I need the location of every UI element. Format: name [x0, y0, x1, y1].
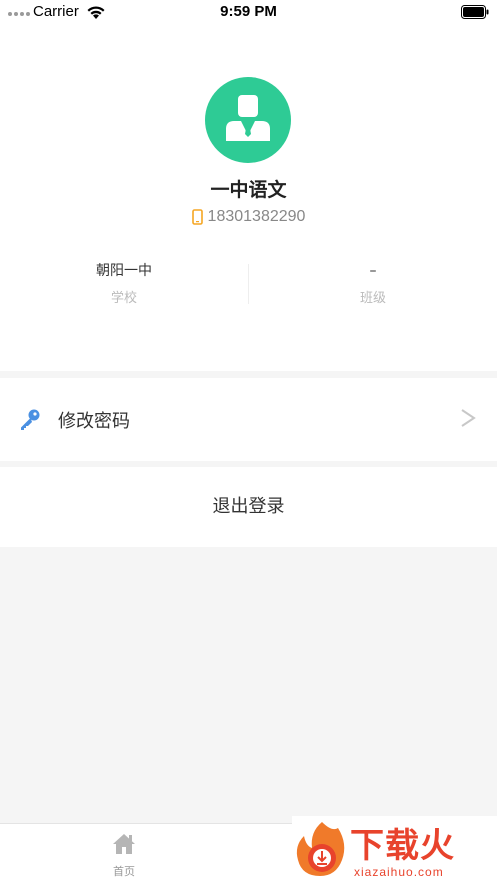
class-label: 班级	[359, 291, 386, 306]
watermark-url: xiazaihuo.com	[354, 865, 444, 879]
home-icon	[113, 834, 135, 854]
change-password-label: 修改密码	[58, 411, 130, 432]
class-info: – 班级	[249, 261, 497, 306]
user-name: 一中语文	[210, 179, 287, 201]
watermark-brand: 下载火	[350, 826, 455, 866]
phone-icon	[191, 209, 203, 225]
logout-button[interactable]: 退出登录	[0, 467, 497, 547]
change-password-row[interactable]: 修改密码	[0, 378, 497, 461]
school-value: 朝阳一中	[96, 263, 152, 279]
tab-home-label: 首页	[113, 865, 135, 878]
status-time: 9:59 PM	[220, 3, 277, 20]
phone-row: 18301382290	[0, 208, 497, 226]
tab-home[interactable]: 首页	[94, 832, 154, 879]
status-bar: Carrier 9:59 PM	[0, 0, 497, 26]
watermark: 下载火 xiazaihuo.com	[292, 816, 497, 883]
class-value: –	[369, 263, 377, 279]
battery-icon	[461, 5, 489, 19]
teacher-avatar-icon	[226, 95, 270, 141]
avatar[interactable]	[205, 77, 291, 163]
phone-number: 18301382290	[207, 208, 306, 225]
key-icon	[21, 409, 40, 430]
school-label: 学校	[110, 291, 137, 306]
flame-logo-icon	[296, 822, 345, 876]
profile-card: 一中语文 18301382290 朝阳一中 学校 – 班级	[0, 26, 497, 371]
school-info: 朝阳一中 学校	[0, 261, 248, 306]
chevron-right-icon	[461, 409, 476, 427]
